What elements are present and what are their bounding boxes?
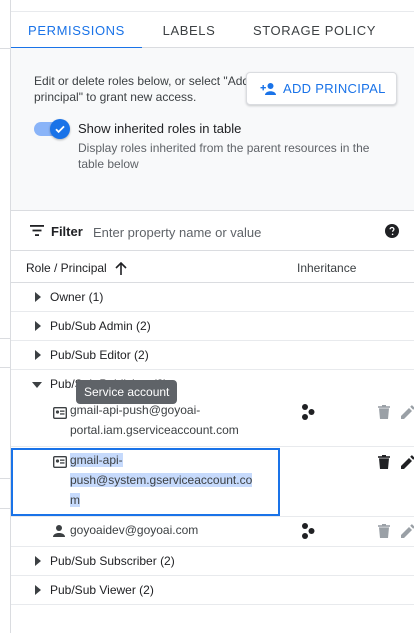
role-label: Pub/Sub Editor (2): [50, 348, 149, 362]
filter-icon: [30, 225, 44, 236]
expand-caret-icon: [35, 321, 41, 331]
member-row: gmail-api-push@goyoai- portal.iam.gservi…: [11, 399, 414, 447]
tab-labels[interactable]: LABELS: [156, 12, 222, 48]
help-icon[interactable]: [385, 224, 399, 238]
delete-icon[interactable]: [378, 524, 390, 538]
expand-caret-icon: [35, 350, 41, 360]
tab-storage-policy-label: STORAGE POLICY: [252, 22, 377, 38]
person-icon: [53, 525, 65, 537]
role-row-owner[interactable]: Owner (1): [11, 283, 414, 312]
checkmark-icon: [55, 125, 65, 134]
tab-bar: PERMISSIONS LABELS STORAGE POLICY: [11, 0, 414, 49]
sort-arrow-up-icon: [115, 261, 127, 275]
member-email: gmail-api-push@goyoai- portal.iam.gservi…: [70, 403, 239, 437]
role-label: Pub/Sub Admin (2): [50, 319, 151, 333]
permissions-description: Edit or delete roles below, or select "A…: [34, 74, 250, 104]
collapse-caret-icon: [32, 382, 42, 388]
delete-icon[interactable]: [378, 455, 390, 469]
edit-icon[interactable]: [401, 455, 414, 469]
toggle-sublabel: Display roles inherited from the parent …: [78, 141, 370, 171]
role-row-pubsub-subscriber[interactable]: Pub/Sub Subscriber (2): [11, 547, 414, 576]
tab-permissions[interactable]: PERMISSIONS: [11, 12, 142, 49]
expand-caret-icon: [35, 292, 41, 302]
role-principal-column-header[interactable]: Role / Principal: [26, 261, 127, 275]
edit-icon[interactable]: [401, 524, 414, 538]
role-row-pubsub-admin[interactable]: Pub/Sub Admin (2): [11, 312, 414, 341]
role-principal-header-label: Role / Principal: [26, 261, 107, 275]
tooltip: Service account: [76, 380, 178, 404]
role-row-pubsub-viewer[interactable]: Pub/Sub Viewer (2): [11, 576, 414, 605]
filter-bar: Filter: [11, 211, 414, 251]
inherited-roles-toggle[interactable]: [34, 119, 70, 139]
permissions-panel: PERMISSIONS LABELS STORAGE POLICY Edit o…: [11, 0, 414, 633]
member-row: goyoaidev@goyoai.com: [11, 517, 414, 547]
tab-permissions-label: PERMISSIONS: [28, 22, 125, 38]
tab-labels-label: LABELS: [162, 22, 216, 38]
expand-caret-icon: [35, 556, 41, 566]
service-account-icon: [53, 407, 67, 419]
filter-input[interactable]: [93, 221, 373, 243]
inheritance-icon[interactable]: [301, 404, 315, 420]
table-header: Role / Principal Inheritance: [11, 251, 414, 283]
member-email: goyoaidev@goyoai.com: [70, 523, 199, 537]
edit-icon[interactable]: [401, 405, 414, 419]
toggle-label: Show inherited roles in table: [78, 121, 242, 136]
role-row-pubsub-publisher[interactable]: Pub/Sub Publisher (3): [11, 370, 414, 399]
add-principal-label: ADD PRINCIPAL: [283, 81, 386, 96]
permissions-intro: Edit or delete roles below, or select "A…: [11, 48, 414, 211]
person-add-icon: [260, 82, 276, 95]
filter-label: Filter: [51, 224, 83, 239]
inheritance-column-header: Inheritance: [297, 261, 357, 275]
add-principal-button[interactable]: ADD PRINCIPAL: [246, 72, 397, 105]
inheritance-icon[interactable]: [301, 523, 315, 539]
delete-icon[interactable]: [378, 405, 390, 419]
role-label: Pub/Sub Subscriber (2): [50, 554, 175, 568]
role-label: Pub/Sub Viewer (2): [50, 583, 154, 597]
selection-outline: [11, 448, 280, 516]
left-pane-edge: [0, 0, 11, 633]
tab-storage-policy[interactable]: STORAGE POLICY: [252, 12, 377, 48]
role-label: Owner (1): [50, 290, 104, 304]
expand-caret-icon: [35, 585, 41, 595]
role-row-pubsub-editor[interactable]: Pub/Sub Editor (2): [11, 341, 414, 370]
